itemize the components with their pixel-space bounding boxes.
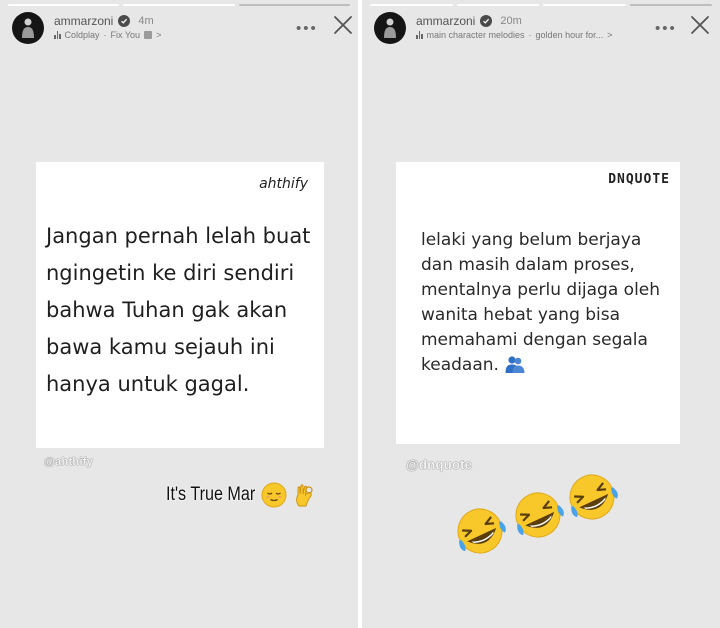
music-separator: ·	[103, 30, 107, 40]
progress-segment	[543, 4, 626, 6]
more-options-icon[interactable]: •••	[655, 20, 677, 37]
chevron-right-icon: >	[607, 30, 613, 40]
close-icon[interactable]	[689, 14, 711, 36]
explicit-badge-icon	[144, 31, 153, 39]
progress-segment	[456, 4, 539, 6]
quote-text: lelaki yang belum berjaya dan masih dala…	[421, 230, 661, 375]
quote-card: DNQUOTE lelaki yang belum berjaya dan ma…	[396, 162, 680, 444]
music-info[interactable]: main character melodies · golden hour fo…	[416, 30, 612, 40]
story-panel-right[interactable]: ammarzoni 20m main character melodies · …	[362, 0, 720, 628]
caption: It's True Mar	[166, 482, 317, 508]
more-options-icon[interactable]: •••	[296, 20, 318, 37]
story-header-user[interactable]: ammarzoni 20m	[416, 14, 522, 28]
ok-hand-icon	[296, 484, 313, 507]
story-header-user[interactable]: ammarzoni 4m	[54, 14, 154, 28]
rofl-face-icon	[569, 474, 618, 520]
story-progress-bar	[8, 4, 350, 6]
rofl-face-icon	[457, 508, 506, 554]
mention-handle[interactable]: @ahthify	[44, 456, 93, 468]
music-separator: ·	[528, 30, 532, 40]
progress-segment	[123, 4, 235, 6]
progress-segment	[370, 4, 453, 6]
avatar-figure-icon	[22, 18, 34, 38]
close-icon[interactable]	[332, 14, 354, 36]
post-time: 20m	[500, 15, 522, 27]
music-bars-icon	[54, 31, 61, 39]
mention-handle[interactable]: @dnquote	[406, 457, 472, 472]
rofl-face-icon	[515, 492, 564, 538]
progress-segment	[629, 4, 712, 6]
story-progress-bar	[370, 4, 712, 6]
people-hugging-icon	[505, 356, 525, 373]
music-song: golden hour for...	[535, 30, 604, 40]
music-bars-icon	[416, 31, 423, 39]
chevron-right-icon: >	[156, 30, 162, 40]
card-brand: ahthify	[259, 176, 308, 192]
avatar[interactable]	[374, 12, 406, 44]
verified-badge-icon	[118, 15, 131, 27]
verified-badge-icon	[480, 15, 493, 27]
avatar[interactable]	[12, 12, 44, 44]
music-artist: main character melodies	[426, 30, 525, 40]
music-artist: Coldplay	[64, 30, 100, 40]
username[interactable]: ammarzoni	[416, 14, 475, 28]
username[interactable]: ammarzoni	[54, 14, 113, 28]
relieved-face-icon	[261, 482, 287, 508]
music-song: Fix You	[110, 30, 141, 40]
avatar-figure-icon	[384, 18, 396, 38]
card-brand: DNQUOTE	[608, 172, 670, 187]
story-panel-left[interactable]: ammarzoni 4m Coldplay · Fix You > ••• ah…	[0, 0, 358, 628]
progress-segment	[238, 4, 350, 6]
progress-segment	[8, 4, 120, 6]
music-info[interactable]: Coldplay · Fix You >	[54, 30, 161, 40]
post-time: 4m	[138, 15, 154, 27]
quote-card: ahthify Jangan pernah lelah buat nginget…	[36, 162, 324, 448]
quote-text: Jangan pernah lelah buat ngingetin ke di…	[46, 224, 311, 396]
caption-text: It's True Mar	[166, 484, 256, 505]
quote-body: lelaki yang belum berjaya dan masih dala…	[421, 228, 662, 378]
